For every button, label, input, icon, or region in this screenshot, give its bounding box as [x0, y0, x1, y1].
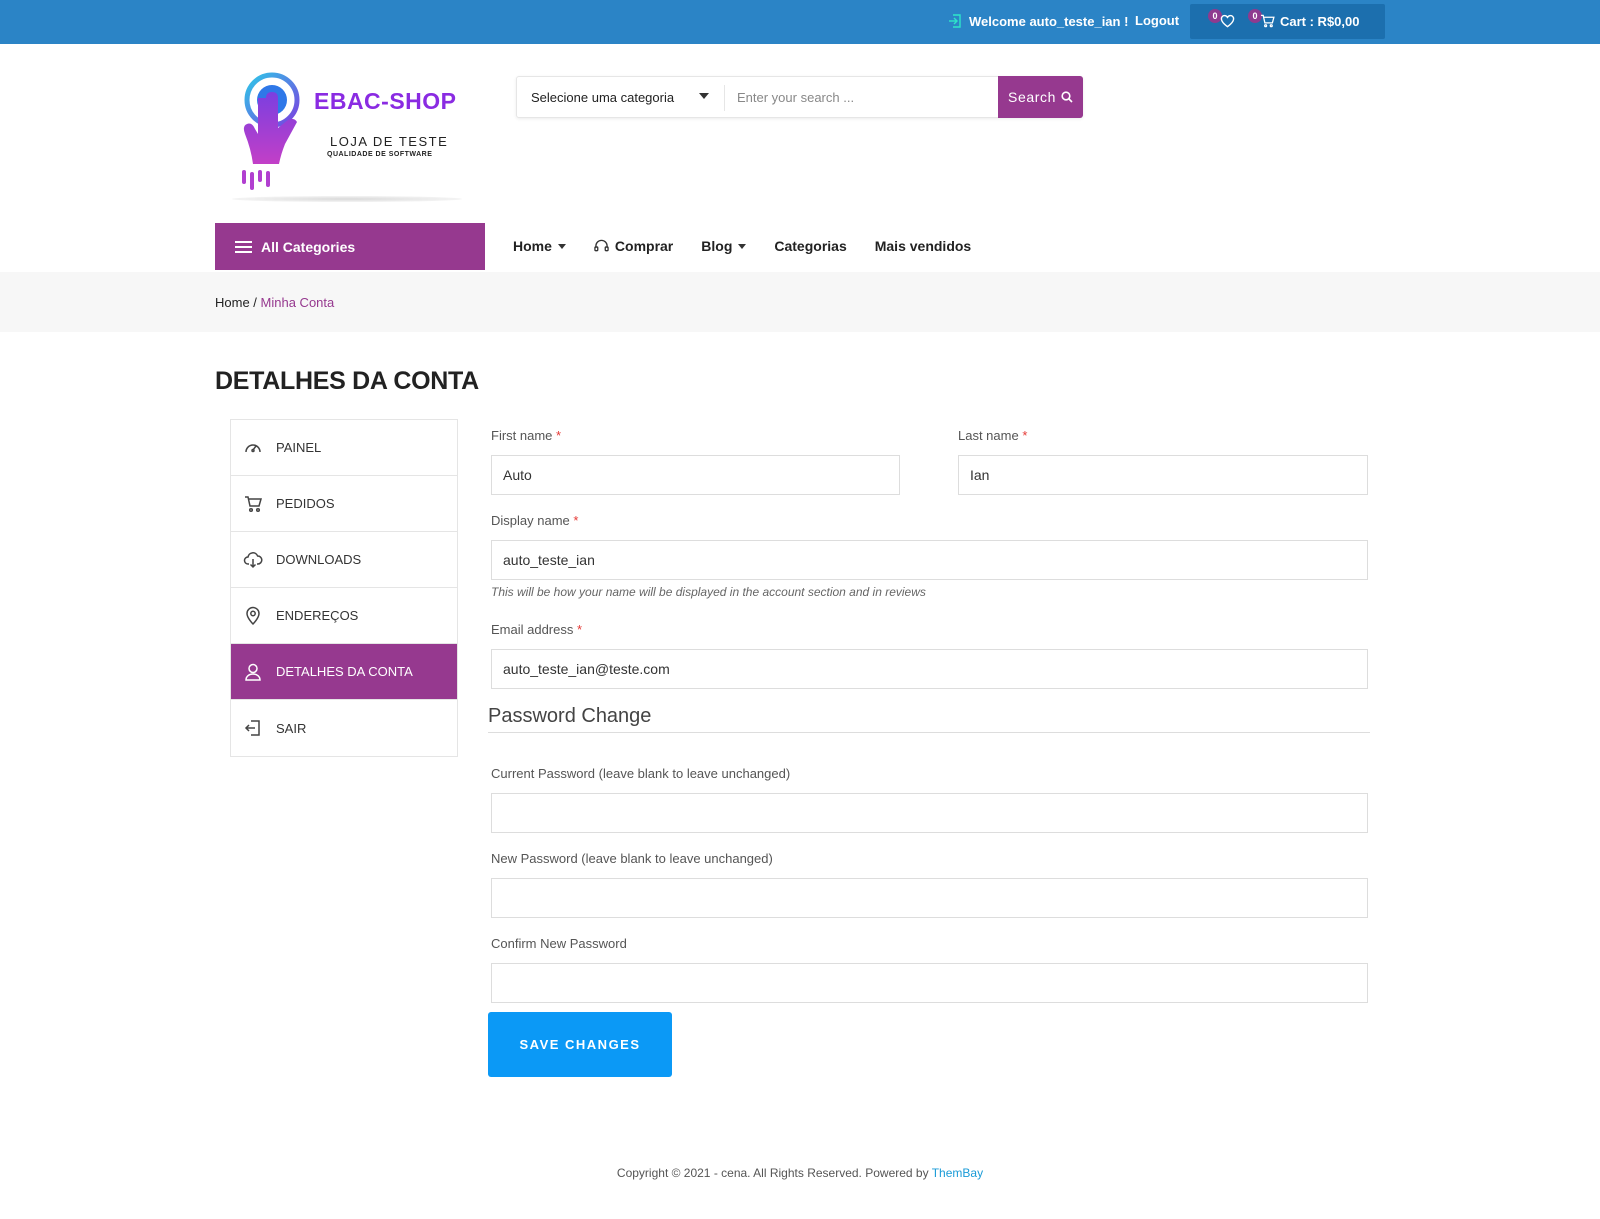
sidebar-item-enderecos[interactable]: ENDEREÇOS [231, 588, 457, 644]
email-label: Email address * [491, 622, 582, 637]
top-bar: Welcome auto_teste_ian ! Logout 0 0 Cart… [0, 0, 1600, 44]
sidebar-item-painel[interactable]: PAINEL [231, 420, 457, 476]
search-input[interactable] [725, 78, 993, 116]
location-pin-icon [246, 606, 260, 625]
sidebar-item-pedidos[interactable]: PEDIDOS [231, 476, 457, 532]
welcome-message: Welcome auto_teste_ian ! [947, 13, 1128, 29]
chevron-down-icon [557, 243, 566, 249]
breadcrumb-home[interactable]: Home [215, 295, 250, 310]
nav-blog-label: Blog [701, 238, 733, 254]
new-password-field[interactable] [491, 878, 1368, 918]
page-title: DETALHES DA CONTA [215, 367, 479, 395]
confirm-password-field[interactable] [491, 963, 1368, 1003]
account-side-menu: PAINEL PEDIDOS DOWNLOADS ENDEREÇOS DETAL… [230, 419, 458, 757]
chevron-down-icon[interactable] [699, 93, 709, 99]
save-changes-button[interactable]: SAVE CHANGES [488, 1012, 672, 1077]
user-icon [245, 663, 261, 681]
current-password-label: Current Password (leave blank to leave u… [491, 766, 791, 781]
login-icon [949, 14, 961, 28]
nav-item-mais-vendidos[interactable]: Mais vendidos [875, 238, 971, 254]
divider [488, 732, 1370, 733]
search-button-label: Search [1008, 89, 1056, 105]
required-mark: * [577, 622, 583, 637]
hamburger-icon [235, 240, 252, 253]
new-password-label: New Password (leave blank to leave uncha… [491, 851, 773, 866]
logo-brand-text: EBAC-SHOP [314, 88, 457, 114]
breadcrumb-separator: / [249, 295, 261, 310]
category-select[interactable]: Selecione uma categoria [531, 90, 674, 105]
last-name-field[interactable] [958, 455, 1368, 495]
display-name-field[interactable] [491, 540, 1368, 580]
display-name-label: Display name * [491, 513, 578, 528]
email-field[interactable] [491, 649, 1368, 689]
sidebar-item-sair[interactable]: SAIR [231, 700, 457, 756]
nav-comprar-label: Comprar [614, 238, 674, 254]
confirm-password-label: Confirm New Password [491, 936, 627, 951]
display-name-label-text: Display name [491, 513, 570, 528]
breadcrumb: Home / Minha Conta [215, 295, 334, 310]
logo-shadow [232, 196, 462, 202]
all-categories-button[interactable]: All Categories [215, 223, 485, 270]
required-mark: * [1022, 428, 1028, 443]
last-name-label-text: Last name [958, 428, 1019, 443]
current-password-field[interactable] [491, 793, 1368, 833]
last-name-label: Last name * [958, 428, 1027, 443]
search-button[interactable]: Search [998, 76, 1083, 118]
nav-item-blog[interactable]: Blog [701, 238, 747, 254]
cart-icon [245, 495, 262, 512]
sidebar-label-downloads: DOWNLOADS [276, 552, 362, 567]
sidebar-item-detalhes-da-conta[interactable]: DETALHES DA CONTA [231, 644, 457, 700]
copyright-text: Copyright © 2021 - cena. All Rights Rese… [616, 1166, 932, 1180]
first-name-label-text: First name [491, 428, 553, 443]
required-mark: * [573, 513, 579, 528]
site-logo[interactable]: EBAC-SHOP LOJA DE TESTE QUALIDADE DE SOF… [232, 70, 462, 205]
email-label-text: Email address [491, 622, 574, 637]
cart-total[interactable]: Cart : R$0,00 [1280, 14, 1359, 29]
all-categories-label: All Categories [261, 238, 356, 255]
heart-icon[interactable] [1220, 14, 1235, 28]
footer: Copyright © 2021 - cena. All Rights Rese… [0, 1166, 1600, 1180]
nav-item-comprar[interactable]: Comprar [594, 238, 673, 254]
first-name-label: First name * [491, 428, 561, 443]
sidebar-label-detalhes: DETALHES DA CONTA [276, 664, 413, 679]
welcome-text: Welcome auto_teste_ian ! [969, 13, 1129, 29]
breadcrumb-current: Minha Conta [260, 295, 335, 310]
logout-link[interactable]: Logout [1135, 13, 1179, 28]
password-change-heading: Password Change [488, 705, 652, 727]
nav-home-label: Home [513, 238, 552, 254]
breadcrumb-bar: Home / Minha Conta [0, 272, 1600, 332]
logo-tagline: QUALIDADE DE SOFTWARE [327, 151, 433, 158]
sidebar-label-pedidos: PEDIDOS [276, 496, 335, 511]
nav-item-home[interactable]: Home [513, 238, 566, 254]
cart-box[interactable]: 0 0 Cart : R$0,00 [1190, 4, 1385, 39]
sidebar-item-downloads[interactable]: DOWNLOADS [231, 532, 457, 588]
headset-icon [594, 239, 609, 252]
required-mark: * [556, 428, 562, 443]
nav-mais-vendidos-label: Mais vendidos [874, 238, 972, 254]
nav-categorias-label: Categorias [774, 238, 847, 254]
search-icon [1061, 91, 1073, 103]
logo-subtitle: LOJA DE TESTE [330, 134, 449, 149]
thembay-link[interactable]: ThemBay [932, 1166, 983, 1180]
logo-hand-icon [242, 72, 300, 190]
cloud-download-icon [243, 551, 263, 568]
main-nav: Home Comprar Blog Categorias Mais vendid… [513, 238, 971, 254]
sidebar-label-sair: SAIR [276, 720, 307, 736]
logout-icon [244, 720, 260, 736]
display-name-hint: This will be how your name will be displ… [491, 585, 926, 599]
first-name-field[interactable] [491, 455, 900, 495]
search-bar: Selecione uma categoria Search [516, 76, 1083, 118]
sidebar-label-painel: PAINEL [276, 440, 322, 455]
nav-item-categorias[interactable]: Categorias [774, 238, 846, 254]
sidebar-label-enderecos: ENDEREÇOS [276, 608, 359, 623]
chevron-down-icon [738, 243, 747, 249]
dashboard-icon [245, 443, 261, 452]
cart-icon[interactable] [1260, 14, 1275, 28]
